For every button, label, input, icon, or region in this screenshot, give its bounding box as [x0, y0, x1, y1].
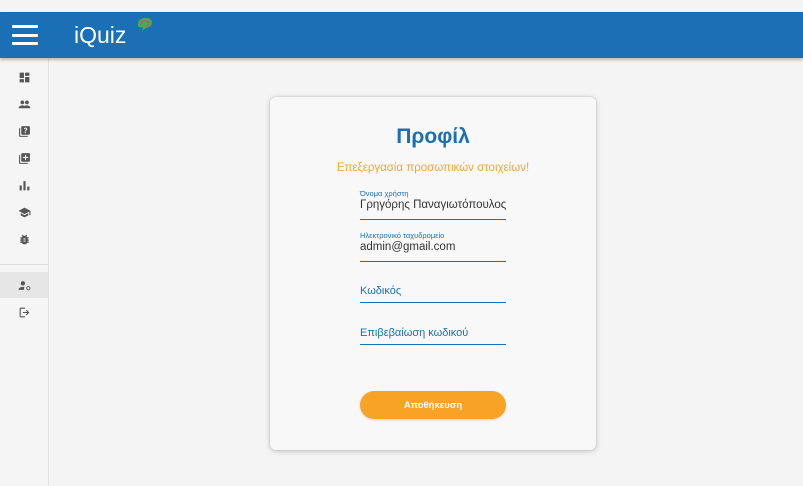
password-field[interactable]: Κωδικός — [360, 272, 506, 303]
main-content: Προφίλ Επεξεργασία προσωπικών στοιχείων!… — [49, 58, 803, 486]
username-value[interactable]: Γρηγόρης Παναγιωτόπουλος — [360, 199, 506, 211]
bar-chart-icon — [19, 180, 29, 190]
sidebar-item-dashboard[interactable] — [0, 64, 48, 90]
sidebar-item-courses[interactable] — [0, 199, 48, 225]
page-title: Προφίλ — [396, 125, 470, 148]
confirm-password-field[interactable]: Επιβεβαίωση κωδικού — [360, 314, 506, 345]
sidebar-item-profile[interactable] — [0, 272, 48, 298]
confirm-password-placeholder: Επιβεβαίωση κωδικού — [360, 327, 469, 339]
brand-logo-icon — [137, 17, 152, 31]
sidebar — [0, 58, 49, 486]
dashboard-icon — [19, 72, 29, 82]
bug-icon — [19, 234, 29, 244]
sidebar-item-add[interactable] — [0, 145, 48, 171]
page-subtitle: Επεξεργασία προσωπικών στοιχείων! — [336, 162, 530, 174]
email-field[interactable]: Ηλεκτρονικό ταχυδρομείο admin@gmail.com — [360, 231, 506, 262]
school-icon — [18, 207, 30, 217]
manage-account-icon — [18, 280, 30, 290]
email-label: Ηλεκτρονικό ταχυδρομείο — [360, 231, 445, 240]
hamburger-menu-icon[interactable] — [12, 25, 38, 45]
password-placeholder: Κωδικός — [360, 285, 402, 297]
sidebar-item-quizzes[interactable] — [0, 118, 48, 144]
sidebar-item-logout[interactable] — [0, 299, 48, 325]
sidebar-divider — [0, 264, 48, 265]
username-label: Όνομα χρήστη — [360, 189, 409, 198]
profile-card: Προφίλ Επεξεργασία προσωπικών στοιχείων!… — [270, 97, 596, 450]
sidebar-item-users[interactable] — [0, 91, 48, 117]
logout-icon — [19, 307, 29, 317]
app-title: iQuiz — [74, 22, 127, 48]
save-button[interactable]: Αποθήκευση — [360, 391, 506, 419]
people-icon — [18, 99, 30, 108]
add-box-icon — [18, 152, 30, 164]
sidebar-item-statistics[interactable] — [0, 172, 48, 198]
email-value[interactable]: admin@gmail.com — [360, 241, 455, 253]
username-field[interactable]: Όνομα χρήστη Γρηγόρης Παναγιωτόπουλος — [360, 189, 506, 220]
sidebar-item-bugs[interactable] — [0, 226, 48, 252]
quiz-icon — [18, 125, 30, 137]
top-app-bar: iQuiz — [0, 12, 803, 58]
